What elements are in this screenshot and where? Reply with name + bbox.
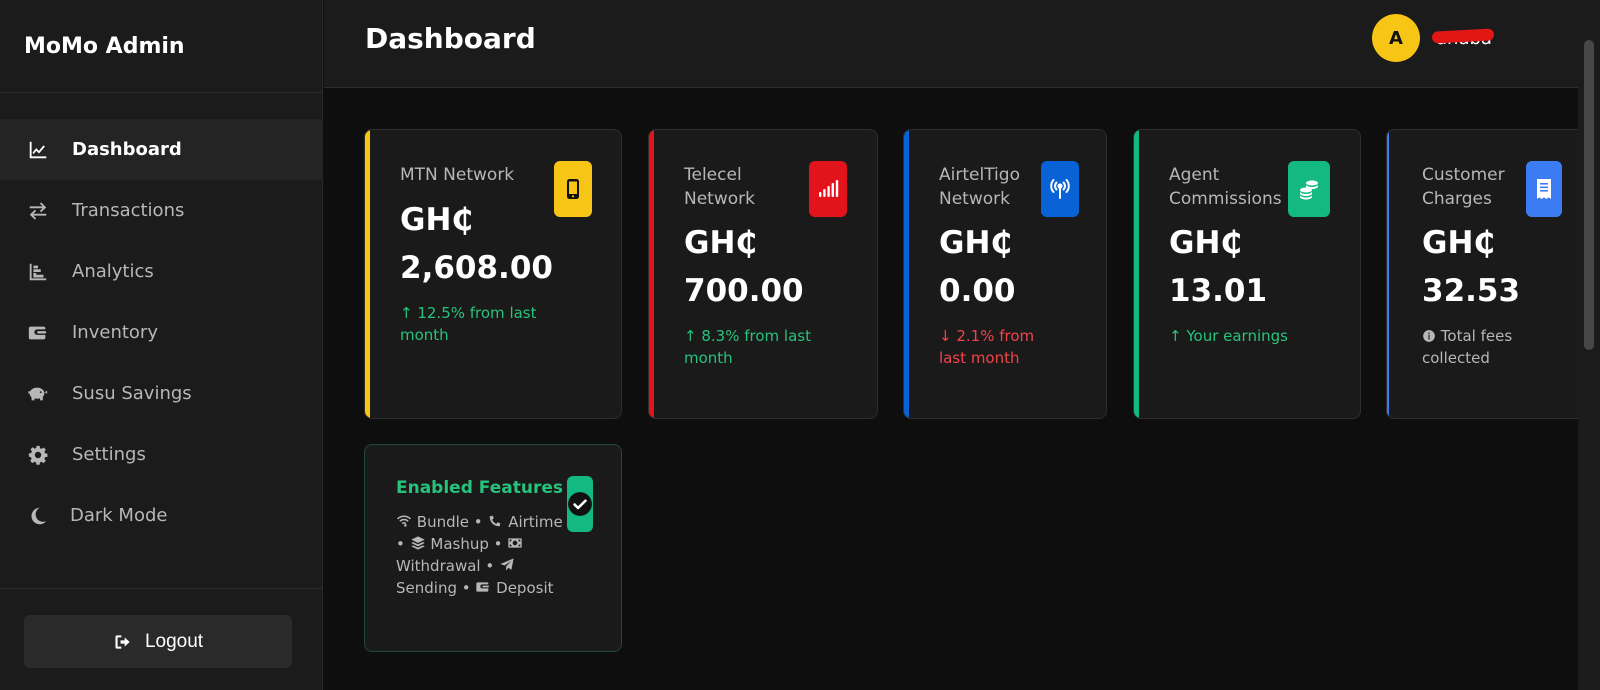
money-bill-icon [508,538,522,548]
card-currency: GH₵ [400,202,473,238]
stat-card-customer-charges: Customer Charges GH₵ 32.53 Total fees co… [1386,129,1591,419]
sidebar-item-label: Inventory [72,322,158,343]
card-trend: ↑ 12.5% from last month [400,304,537,344]
stat-card-airteltigo: AirtelTigo Network GH₵ 0.00 ↓ 2.1% from … [903,129,1107,419]
vertical-scrollbar[interactable] [1578,0,1600,690]
piggy-bank-icon [26,382,50,406]
feature-label: Airtime [508,513,563,531]
card-amount: GH₵ 32.53 [1422,219,1520,315]
sidebar-item-label: Analytics [72,261,154,282]
gear-icon [26,443,50,467]
card-label: Customer Charges [1422,165,1505,209]
card-accent-bar [904,130,909,418]
card-accent-bar [1134,130,1139,418]
card-trend-text: Total fees collected [1422,327,1513,367]
sidebar-item-label: Dashboard [72,139,182,160]
features-title: Enabled Features [396,478,563,498]
card-amount: GH₵ 0.00 [939,219,1016,315]
feature-item: Airtime [487,513,563,531]
card-value: 2,608.00 [400,250,553,286]
logout-label: Logout [144,630,204,652]
sidebar-item-label: Transactions [72,200,185,221]
moon-icon [26,504,50,528]
wifi-icon [397,515,411,527]
card-amount: GH₵ 700.00 [684,219,804,315]
phone-icon [490,515,501,527]
card-value: 13.01 [1169,273,1268,309]
card-label: AirtelTigo Network [939,165,1020,209]
sidebar-item-transactions[interactable]: Transactions [0,180,323,241]
card-currency: GH₵ [939,225,1012,261]
card-trend-text: 8.3% from last month [684,327,811,367]
scrollbar-thumb[interactable] [1584,40,1594,350]
card-value: 700.00 [684,273,804,309]
card-currency: GH₵ [1422,225,1495,261]
card-amount: GH₵ 2,608.00 [400,196,553,292]
card-value: 32.53 [1422,273,1521,309]
feature-label: Deposit [496,579,554,597]
card-trend: Total fees collected [1422,325,1542,369]
paper-plane-icon [500,558,514,571]
card-value: 0.00 [939,273,1016,309]
card-accent-bar [365,130,370,418]
card-trend: ↓ 2.1% from last month [939,327,1035,367]
brand-title: MoMo Admin [0,0,322,93]
card-trend-text: 12.5% from last month [400,304,537,344]
card-label: Telecel Network [684,165,755,209]
dark-mode-toggle[interactable]: Dark Mode [0,485,323,546]
broadcast-tower-icon [1041,161,1079,217]
page-title: Dashboard [365,22,536,55]
sidebar-footer: Logout [0,588,323,690]
sign-out-icon [115,634,130,649]
wallet-icon [26,321,50,345]
card-trend-text: 2.1% from last month [939,327,1035,367]
card-trend-text: Your earnings [1186,327,1288,345]
wallet-icon [476,582,490,592]
card-label: Agent Commissions [1169,165,1282,209]
receipt-icon [1526,161,1562,217]
sidebar-item-label: Settings [72,444,146,465]
sidebar: MoMo Admin Dashboard Transactions Analyt… [0,0,323,690]
coins-icon [1288,161,1330,217]
card-amount: GH₵ 13.01 [1169,219,1267,315]
stat-card-telecel: Telecel Network GH₵ 700.00 ↑ 8.3% from l… [648,129,878,419]
chart-line-icon [26,138,50,162]
sidebar-item-settings[interactable]: Settings [0,424,323,485]
sidebar-item-dashboard[interactable]: Dashboard [0,119,323,180]
card-currency: GH₵ [684,225,757,261]
feature-item: Bundle [396,513,469,531]
sidebar-nav: Dashboard Transactions Analytics Invento… [0,119,323,546]
logout-button[interactable]: Logout [24,615,292,668]
mobile-phone-icon [554,161,592,217]
stat-card-mtn: MTN Network GH₵ 2,608.00 ↑ 12.5% from la… [364,129,622,419]
sidebar-item-analytics[interactable]: Analytics [0,241,323,302]
card-currency: GH₵ [1169,225,1242,261]
layers-icon [410,536,425,550]
card-accent-bar [1387,130,1389,418]
enabled-features-card: Enabled Features Bundle • Airtime • Mash… [364,444,622,652]
sidebar-item-inventory[interactable]: Inventory [0,302,323,363]
feature-label: Bundle [416,513,470,531]
top-header: Dashboard A anaba [324,0,1600,88]
avatar[interactable]: A [1372,14,1420,62]
card-accent-bar [649,130,654,418]
sidebar-item-label: Susu Savings [72,383,192,404]
feature-label: Mashup [430,535,489,553]
info-circle-icon [1423,330,1435,342]
features-list: Bundle • Airtime • Mashup • Withdrawal •… [396,513,563,597]
feature-label: Withdrawal [396,557,481,575]
card-trend: ↑ Your earnings [1169,327,1288,345]
arrows-exchange-icon [26,199,50,223]
feature-item: Deposit [475,579,554,597]
sidebar-item-label: Dark Mode [70,505,168,526]
stat-card-agent-commissions: Agent Commissions GH₵ 13.01 ↑ Your earni… [1133,129,1361,419]
feature-item: Mashup [410,535,489,553]
card-label: MTN Network [400,165,515,185]
feature-label: Sending [396,579,457,597]
sidebar-item-susu-savings[interactable]: Susu Savings [0,363,323,424]
bar-chart-icon [26,260,50,284]
card-trend: ↑ 8.3% from last month [684,327,811,367]
signal-bars-icon [809,161,847,217]
